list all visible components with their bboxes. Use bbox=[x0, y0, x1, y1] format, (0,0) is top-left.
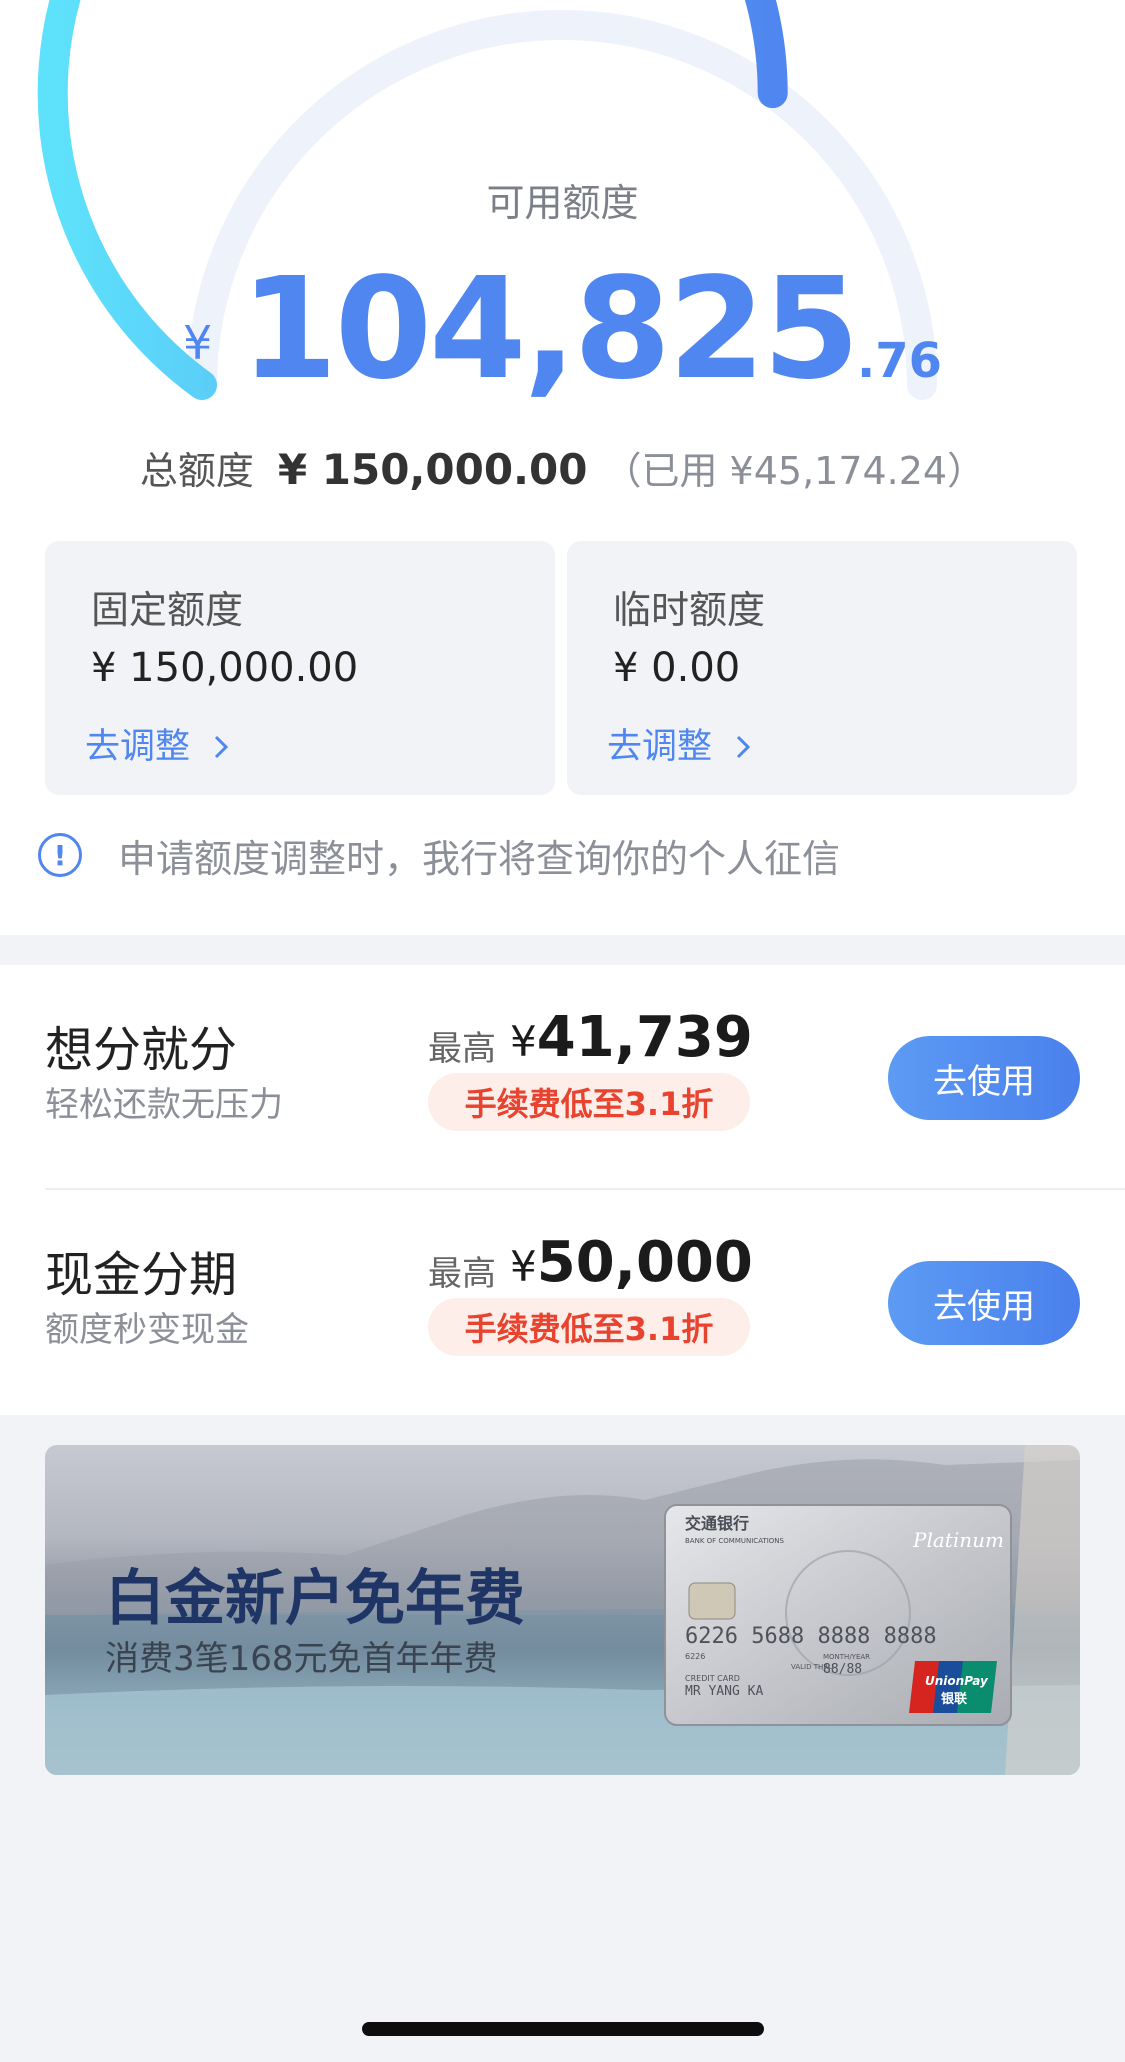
adjust-temporary-limit-link[interactable]: 去调整 bbox=[607, 718, 755, 769]
available-credit-label: 可用额度 bbox=[486, 181, 639, 225]
chevron-right-icon bbox=[737, 735, 751, 759]
offer-description: 额度秒变现金 bbox=[45, 1310, 249, 1350]
card-number: 6226 5688 8888 8888 bbox=[685, 1624, 937, 1649]
currency-symbol: ¥ bbox=[510, 1242, 537, 1291]
card-network-cn: 银联 bbox=[941, 1691, 967, 1707]
offer-name: 现金分期 bbox=[45, 1247, 238, 1303]
credit-inquiry-notice: ! 申请额度调整时，我行将查询你的个人征信 bbox=[38, 830, 841, 881]
platinum-promo-banner[interactable]: 白金新户免年费 消费3笔168元免首年年费 交通银行 BANK OF COMMU… bbox=[45, 1445, 1080, 1775]
card-valid-label-1: MONTH/YEAR bbox=[823, 1653, 870, 1661]
offer-max-value: 41,739 bbox=[536, 1005, 753, 1070]
fixed-limit-card: 固定额度 ¥ 150,000.00 去调整 bbox=[45, 541, 555, 795]
notice-text: 申请额度调整时，我行将查询你的个人征信 bbox=[118, 836, 841, 881]
card-type-label: CREDIT CARD bbox=[685, 1674, 740, 1683]
offer-max-label: 最高 bbox=[428, 1254, 496, 1294]
currency-symbol: ¥ bbox=[183, 316, 213, 370]
card-number-small: 6226 bbox=[685, 1652, 705, 1661]
adjust-fixed-limit-link[interactable]: 去调整 bbox=[85, 718, 233, 769]
list-item: 想分就分 轻松还款无压力 最高 ¥41,739 手续费低至3.1折 去使用 bbox=[0, 965, 1125, 1190]
offer-name: 想分就分 bbox=[45, 1022, 238, 1078]
offer-max-value: 50,000 bbox=[536, 1230, 753, 1295]
installment-offers-list: 想分就分 轻松还款无压力 最高 ¥41,739 手续费低至3.1折 去使用 现金… bbox=[0, 965, 1125, 1415]
temporary-limit-card: 临时额度 ¥ 0.00 去调整 bbox=[567, 541, 1077, 795]
adjust-link-label: 去调整 bbox=[607, 727, 713, 767]
offer-description: 轻松还款无压力 bbox=[45, 1085, 283, 1125]
offer-max-label: 最高 bbox=[428, 1029, 496, 1069]
adjust-link-label: 去调整 bbox=[85, 727, 191, 767]
available-credit-amount: ¥104,825.76 bbox=[0, 248, 1125, 411]
card-valid: 88/88 bbox=[823, 1662, 862, 1677]
offer-max-amount: ¥41,739 bbox=[510, 1005, 753, 1070]
temporary-limit-title: 临时额度 bbox=[613, 588, 766, 632]
use-installment-button[interactable]: 去使用 bbox=[888, 1036, 1080, 1120]
card-holder: MR YANG KA bbox=[685, 1684, 763, 1699]
use-cash-installment-button[interactable]: 去使用 bbox=[888, 1261, 1080, 1345]
total-credit-line: 总额度 ¥ 150,000.00 （已用 ¥45,174.24） bbox=[0, 440, 1125, 495]
home-indicator[interactable] bbox=[362, 2022, 764, 2036]
credit-summary-section: 可用额度 ¥104,825.76 总额度 ¥ 150,000.00 （已用 ¥45,… bbox=[0, 0, 1125, 935]
list-item: 现金分期 额度秒变现金 最高 ¥50,000 手续费低至3.1折 去使用 bbox=[0, 1190, 1125, 1415]
temporary-limit-value: ¥ 0.00 bbox=[613, 645, 741, 691]
card-tier: Platinum bbox=[912, 1528, 1004, 1552]
card-bank-en: BANK OF COMMUNICATIONS bbox=[685, 1537, 785, 1545]
card-network: UnionPay bbox=[925, 1674, 989, 1688]
card-bank-name: 交通银行 bbox=[685, 1514, 749, 1533]
available-amount-decimal: .76 bbox=[856, 333, 942, 389]
fee-discount-badge: 手续费低至3.1折 bbox=[428, 1298, 750, 1356]
banner-title: 白金新户免年费 bbox=[105, 1564, 525, 1634]
banner-subtitle: 消费3笔168元免首年年费 bbox=[105, 1639, 498, 1679]
currency-symbol: ¥ bbox=[510, 1017, 537, 1066]
platinum-credit-card-image: 交通银行 BANK OF COMMUNICATIONS Platinum 622… bbox=[664, 1504, 1012, 1726]
fee-discount-badge: 手续费低至3.1折 bbox=[428, 1073, 750, 1131]
chevron-right-icon bbox=[215, 735, 229, 759]
available-amount-integer: 104,825 bbox=[240, 248, 860, 411]
offer-max-amount: ¥50,000 bbox=[510, 1230, 753, 1295]
used-credit-text: （已用 ¥45,174.24） bbox=[603, 449, 986, 493]
total-credit-label: 总额度 bbox=[139, 449, 254, 493]
fixed-limit-title: 固定额度 bbox=[91, 588, 244, 632]
unionpay-logo-icon: UnionPay 银联 bbox=[909, 1661, 997, 1713]
fixed-limit-value: ¥ 150,000.00 bbox=[91, 645, 359, 691]
info-icon: ! bbox=[38, 833, 82, 877]
total-credit-value: ¥ 150,000.00 bbox=[277, 445, 588, 494]
